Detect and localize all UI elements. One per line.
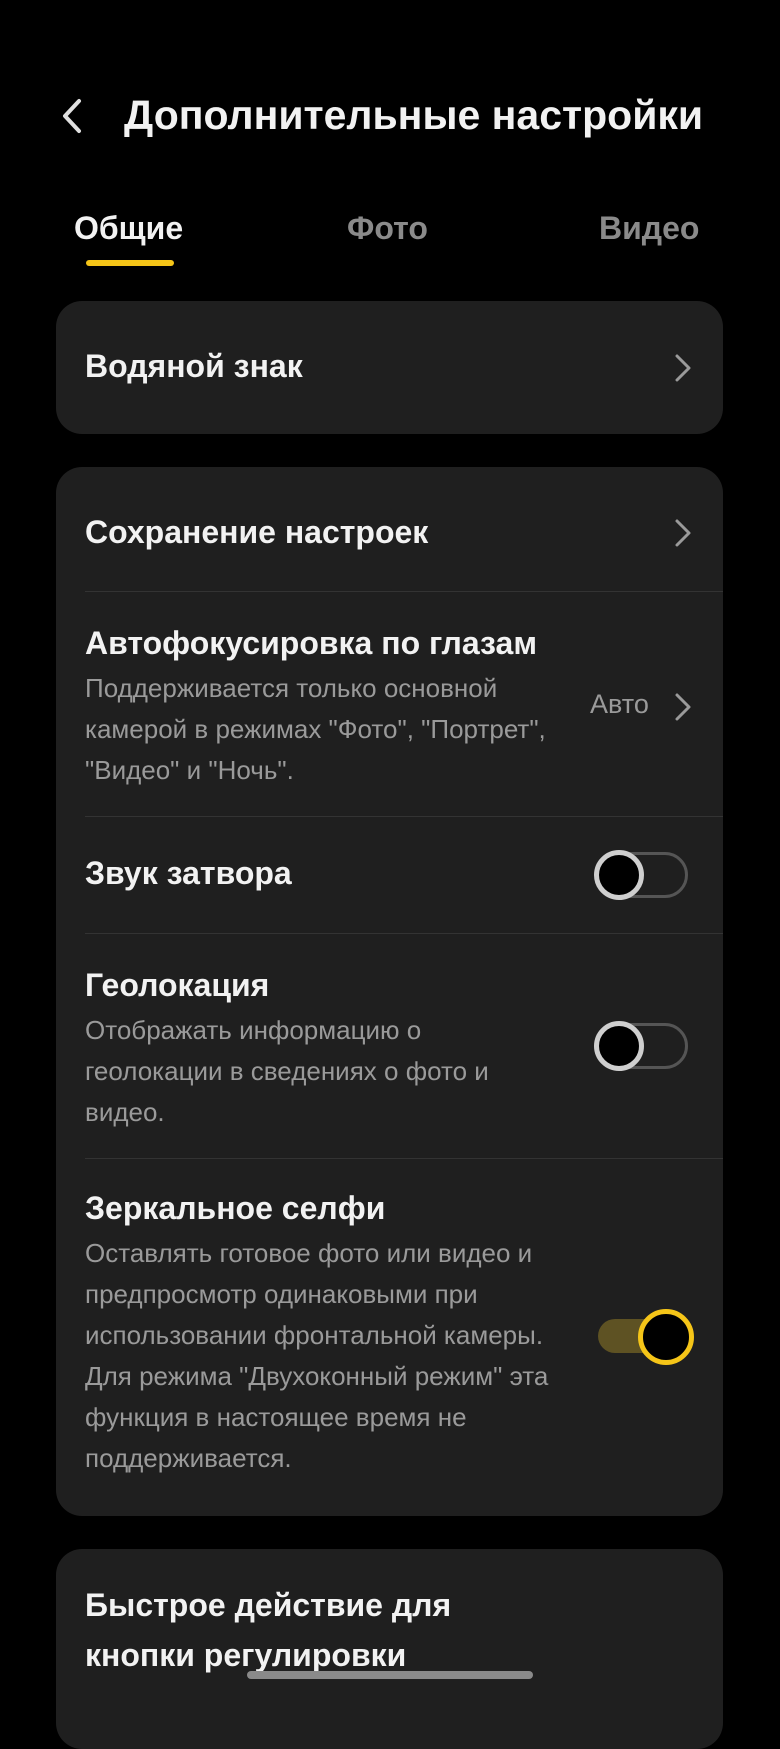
tab-bar: Общие Фото Видео <box>0 200 780 280</box>
tab-photo[interactable]: Фото <box>347 210 428 247</box>
quick-action-title-line1: Быстрое действие для <box>85 1587 452 1623</box>
chevron-left-icon <box>57 96 87 141</box>
header: Дополнительные настройки <box>0 70 780 170</box>
save-settings-title: Сохранение настроек <box>85 514 429 550</box>
tab-video[interactable]: Видео <box>599 210 699 247</box>
eye-autofocus-row[interactable]: Автофокусировка по глазам Поддерживается… <box>56 592 723 816</box>
home-indicator[interactable] <box>247 1671 533 1679</box>
geolocation-description: Отображать информацию о геолокации в све… <box>85 1015 489 1127</box>
geolocation-title: Геолокация <box>85 967 270 1003</box>
back-button[interactable] <box>44 90 100 146</box>
watermark-row[interactable]: Водяной знак <box>56 301 723 434</box>
eye-autofocus-description: Поддерживается только основной камерой в… <box>85 673 546 785</box>
chevron-right-icon <box>668 348 698 388</box>
toggle-knob <box>594 1021 644 1071</box>
shutter-sound-title: Звук затвора <box>85 855 292 891</box>
toggle-knob <box>638 1309 694 1365</box>
tab-general[interactable]: Общие <box>74 210 183 247</box>
shutter-sound-row: Звук затвора <box>56 817 723 933</box>
toggle-knob <box>594 850 644 900</box>
chevron-right-icon <box>668 513 698 553</box>
active-tab-indicator <box>86 260 174 266</box>
mirror-selfie-toggle[interactable] <box>598 1309 694 1365</box>
quick-action-row[interactable]: Быстрое действие для кнопки регулировки <box>56 1549 723 1749</box>
eye-autofocus-title: Автофокусировка по глазам <box>85 625 537 661</box>
eye-autofocus-value: Авто <box>590 689 649 719</box>
quick-action-card: Быстрое действие для кнопки регулировки <box>56 1549 723 1749</box>
mirror-selfie-title: Зеркальное селфи <box>85 1190 386 1226</box>
page-title: Дополнительные настройки <box>124 92 704 138</box>
mirror-selfie-row: Зеркальное селфи Оставлять готовое фото … <box>56 1159 723 1516</box>
save-settings-row[interactable]: Сохранение настроек <box>56 467 723 591</box>
quick-action-title-line2: кнопки регулировки <box>85 1637 407 1673</box>
watermark-title: Водяной знак <box>85 348 303 384</box>
chevron-right-icon <box>668 687 698 727</box>
watermark-card: Водяной знак <box>56 301 723 434</box>
shutter-sound-toggle[interactable] <box>594 850 688 900</box>
settings-card: Сохранение настроек Автофокусировка по г… <box>56 467 723 1516</box>
mirror-selfie-description: Оставлять готовое фото или видео и предп… <box>85 1238 549 1473</box>
geolocation-toggle[interactable] <box>594 1021 688 1071</box>
geolocation-row: Геолокация Отображать информацию о геоло… <box>56 934 723 1158</box>
